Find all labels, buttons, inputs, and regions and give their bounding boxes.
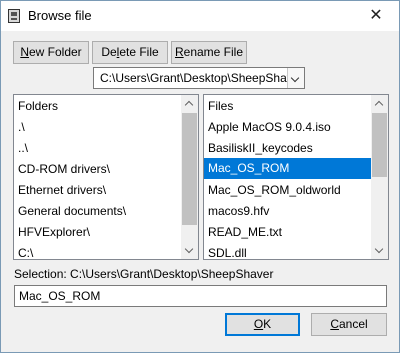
close-icon: ✕ — [369, 7, 383, 24]
scroll-down-arrow-icon[interactable] — [371, 242, 388, 259]
folders-list[interactable]: Folders .\ ..\ CD-ROM drivers\ Ethernet … — [13, 94, 199, 260]
file-browser-icon — [8, 9, 20, 23]
file-item[interactable]: SDL.dll — [208, 243, 247, 259]
new-folder-button[interactable]: New Folder — [13, 41, 89, 64]
folders-header: Folders — [18, 99, 59, 113]
selection-input[interactable]: Mac_OS_ROM — [14, 285, 387, 307]
files-header: Files — [208, 99, 234, 113]
path-dropdown[interactable]: C:\Users\Grant\Desktop\SheepShaver — [93, 67, 305, 89]
folder-item[interactable]: .\ — [18, 117, 25, 137]
cancel-button[interactable]: Cancel — [311, 313, 387, 336]
file-item-selected[interactable]: Mac_OS_ROM — [204, 158, 372, 179]
file-item[interactable]: Mac_OS_ROM_oldworld — [208, 180, 341, 200]
folder-item[interactable]: CD-ROM drivers\ — [18, 159, 110, 179]
window-title: Browse file — [28, 8, 92, 23]
browse-file-dialog: Browse file ✕ New Folder Delete File Ren… — [0, 0, 400, 353]
folder-item[interactable]: HFVExplorer\ — [18, 222, 90, 242]
rename-file-button[interactable]: Rename File — [171, 41, 247, 64]
chevron-down-icon[interactable] — [287, 68, 304, 88]
files-scrollbar[interactable] — [371, 95, 388, 259]
file-item[interactable]: READ_ME.txt — [208, 222, 282, 242]
close-button[interactable]: ✕ — [353, 1, 399, 31]
selection-label: Selection: C:\Users\Grant\Desktop\SheepS… — [14, 267, 274, 281]
files-list[interactable]: Files Apple MacOS 9.0.4.iso BasiliskII_k… — [203, 94, 389, 260]
folder-item[interactable]: General documents\ — [18, 201, 126, 221]
folder-item[interactable]: ..\ — [18, 138, 28, 158]
scroll-down-arrow-icon[interactable] — [181, 242, 198, 259]
path-dropdown-value: C:\Users\Grant\Desktop\SheepShaver — [100, 71, 304, 85]
scrollbar-thumb[interactable] — [372, 113, 387, 177]
file-item[interactable]: BasiliskII_keycodes — [208, 138, 313, 158]
file-item[interactable]: macos9.hfv — [208, 201, 269, 221]
selection-input-value: Mac_OS_ROM — [19, 289, 101, 303]
scrollbar-thumb[interactable] — [182, 113, 197, 225]
folder-item[interactable]: C:\ — [18, 243, 33, 259]
delete-file-button[interactable]: Delete File — [92, 41, 168, 64]
folders-scrollbar[interactable] — [181, 95, 198, 259]
scroll-up-arrow-icon[interactable] — [181, 95, 198, 112]
scroll-up-arrow-icon[interactable] — [371, 95, 388, 112]
folder-item[interactable]: Ethernet drivers\ — [18, 180, 106, 200]
title-bar: Browse file ✕ — [1, 1, 399, 31]
file-item[interactable]: Apple MacOS 9.0.4.iso — [208, 117, 331, 137]
ok-button[interactable]: OK — [225, 313, 300, 336]
